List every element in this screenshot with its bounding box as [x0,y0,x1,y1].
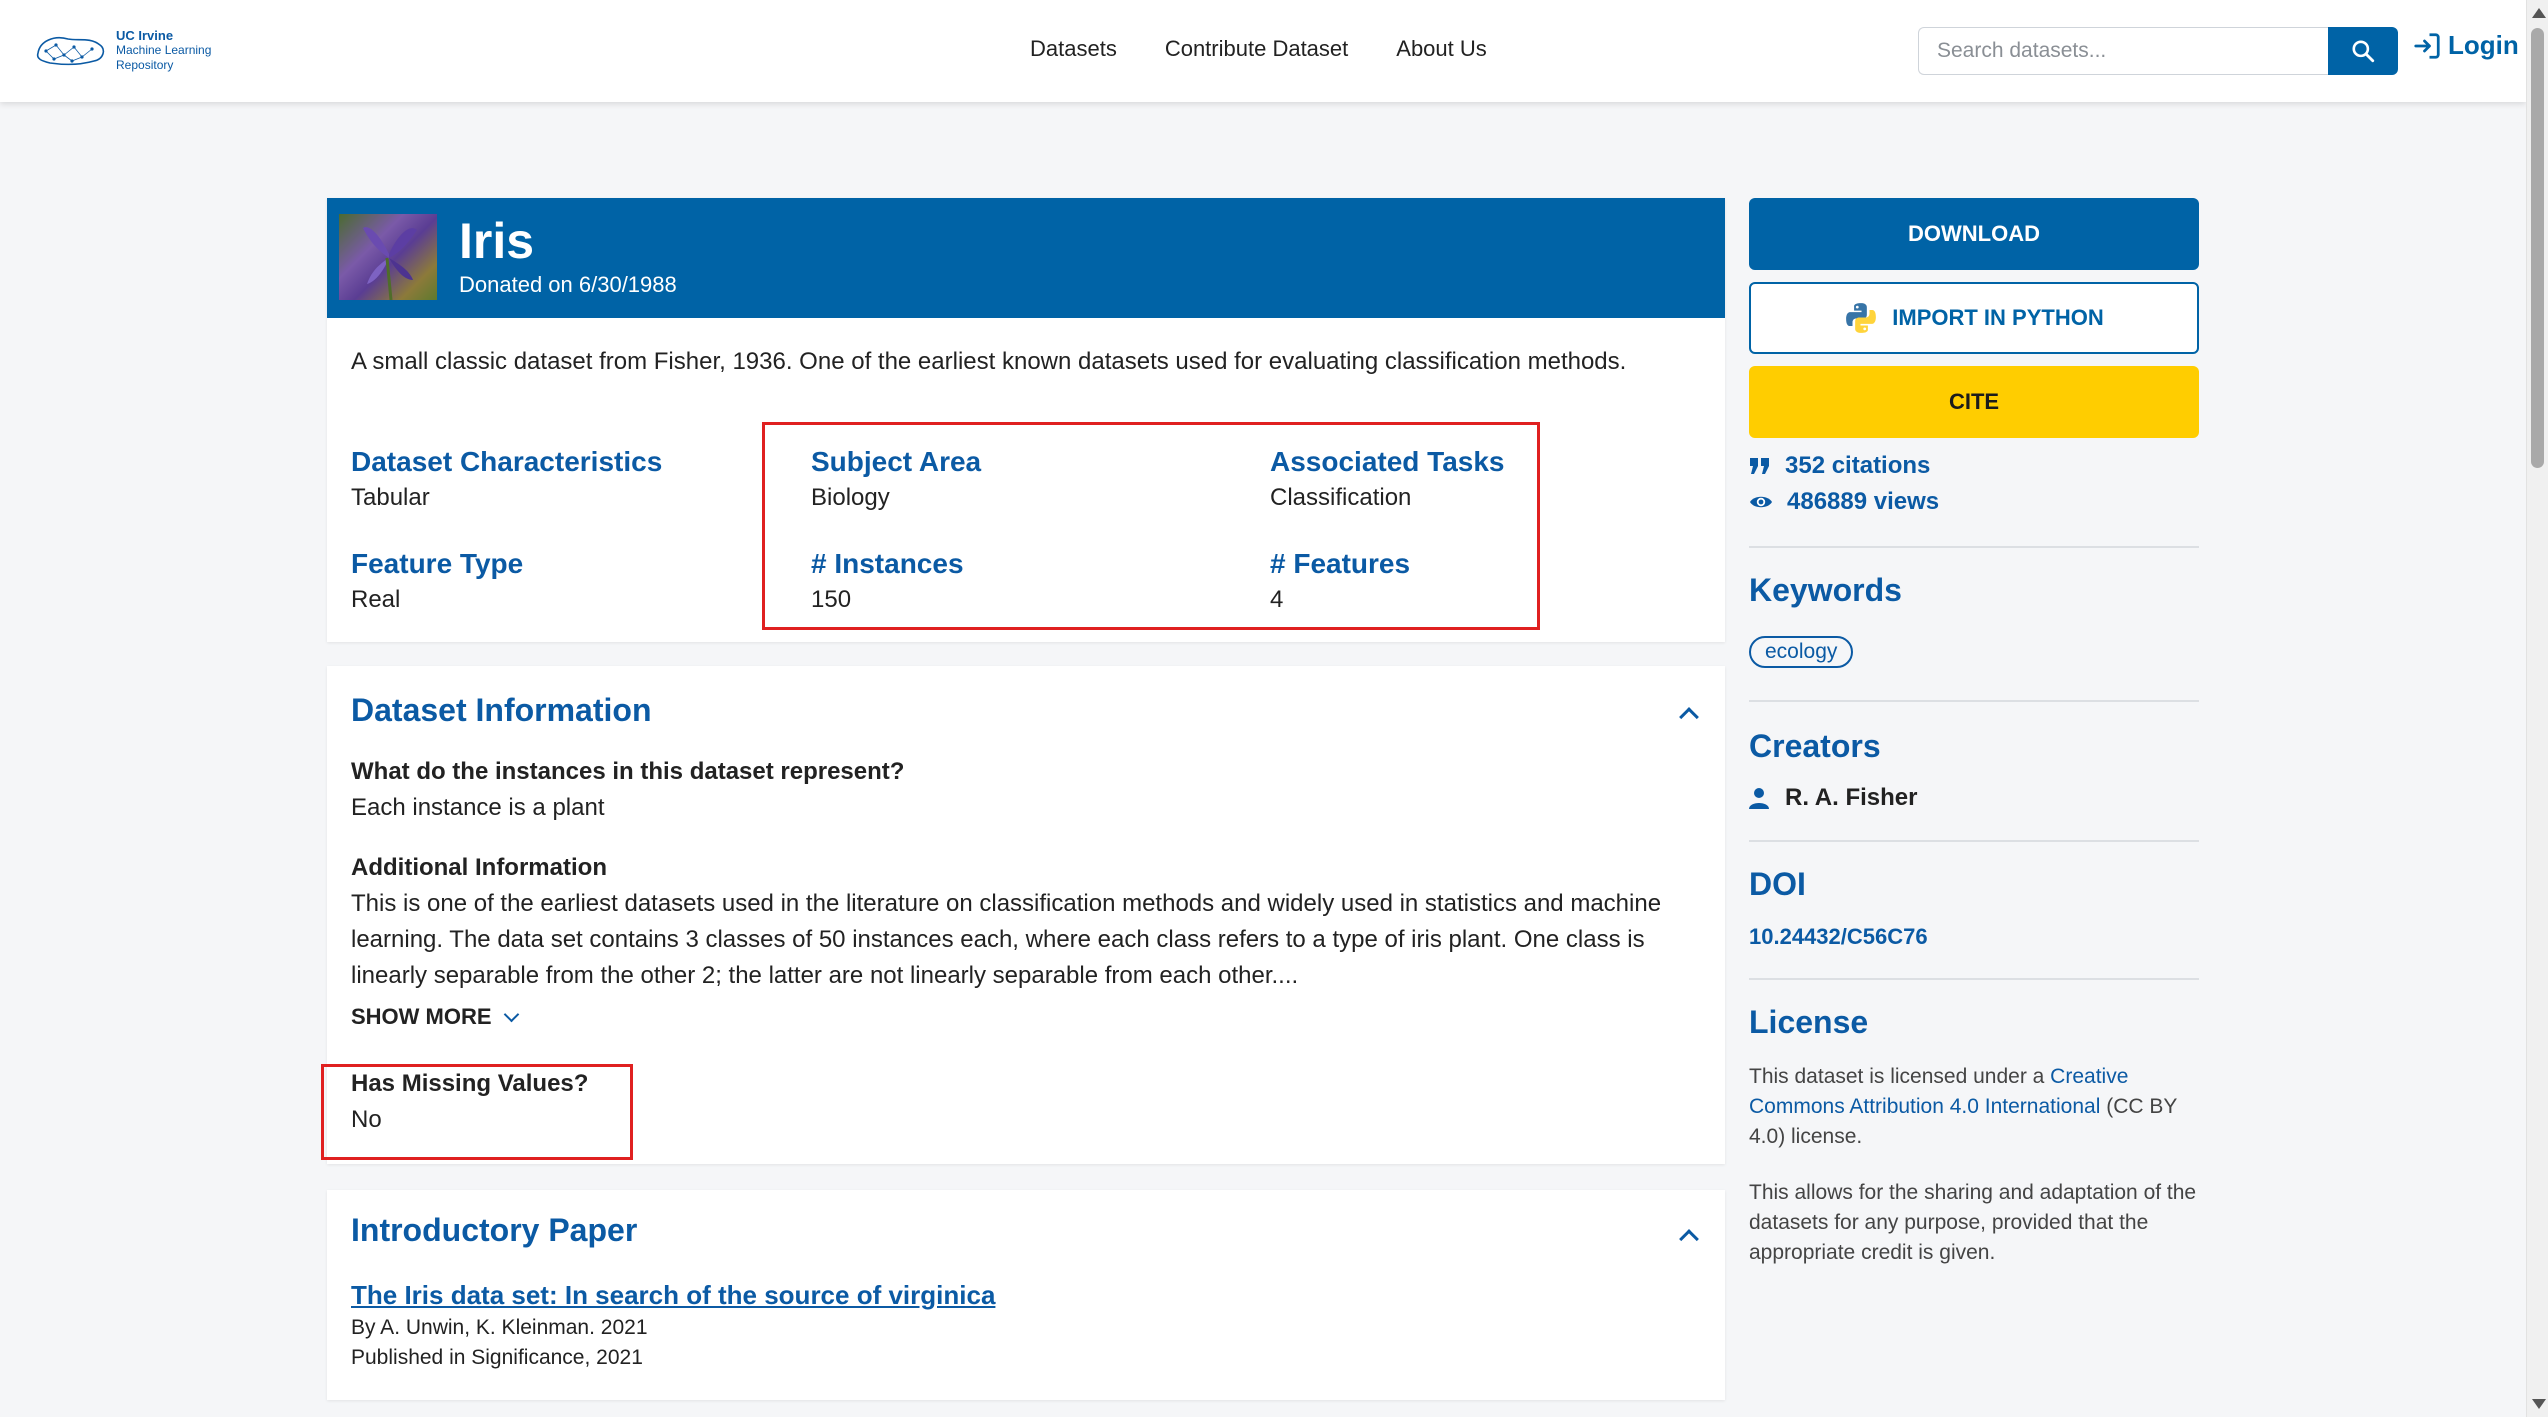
highlight-box-missing-values [321,1064,633,1160]
iris-flower-icon [363,227,417,301]
views-count: 486889 views [1787,488,1940,515]
search-bar [1918,27,2398,75]
sidebar-divider [1749,978,2199,980]
sidebar-divider [1749,546,2199,548]
site-logo[interactable]: UC Irvine Machine Learning Repository [34,22,211,78]
characteristic-dataset-characteristics: Dataset Characteristics Tabular [351,446,662,512]
sidebar-divider [1749,700,2199,702]
dataset-header-card: Iris Donated on 6/30/1988 A small classi… [327,198,1725,642]
download-button[interactable]: DOWNLOAD [1749,198,2199,270]
license-title: License [1749,1004,1869,1040]
scroll-up-arrow-icon[interactable] [2532,8,2546,18]
citations-stat[interactable]: 352 citations [1749,452,1930,480]
download-label: DOWNLOAD [1908,221,2040,246]
creators-title: Creators [1749,728,1881,764]
eye-icon [1750,496,1772,508]
collapse-chevron-up-icon[interactable] [1679,707,1699,727]
dataset-description: A small classic dataset from Fisher, 193… [351,348,1627,375]
dataset-title: Iris [459,213,535,269]
show-more-button[interactable]: SHOW MORE [351,1004,519,1030]
license-text-prefix: This dataset is licensed under a [1749,1065,2051,1088]
cite-button[interactable]: CITE [1749,366,2199,438]
nav-contribute-dataset[interactable]: Contribute Dataset [1165,36,1348,62]
characteristic-value: Tabular [351,484,430,511]
license-description: This allows for the sharing and adaptati… [1749,1181,2197,1264]
import-in-python-label: IMPORT IN PYTHON [1892,305,2104,330]
keywords-title: Keywords [1749,572,1902,608]
sidebar-divider [1749,840,2199,842]
donated-date: Donated on 6/30/1988 [459,272,677,297]
login-button[interactable]: Login [2412,30,2519,61]
instances-answer: Each instance is a plant [351,794,605,821]
nav-datasets[interactable]: Datasets [1030,36,1117,62]
page-scrollbar[interactable] [2526,0,2548,1417]
cite-label: CITE [1948,389,2000,414]
paper-published: Published in Significance, 2021 [351,1346,643,1369]
dataset-title-bar: Iris Donated on 6/30/1988 [327,198,1725,318]
additional-information-heading: Additional Information [351,854,607,881]
logo-line-2: Machine Learning [116,42,212,57]
collapse-chevron-up-icon[interactable] [1679,1229,1699,1249]
logo-text: UC Irvine Machine Learning Repository [116,28,211,73]
doi-title: DOI [1749,866,1806,902]
highlight-box-characteristics [762,422,1540,630]
additional-information-text: This is one of the earliest datasets use… [351,890,1662,989]
keyword-tag-ecology[interactable]: ecology [1749,636,1854,668]
creator-name: R. A. Fisher [1785,784,1918,811]
views-stat: 486889 views [1749,488,1939,516]
scrollbar-thumb[interactable] [2531,28,2544,468]
login-icon [2414,32,2440,59]
login-label: Login [2448,30,2519,60]
paper-authors: By A. Unwin, K. Kleinman. 2021 [351,1316,648,1339]
chevron-down-icon [503,1006,519,1022]
top-navbar: UC Irvine Machine Learning Repository Da… [0,0,2526,102]
search-input[interactable] [1918,27,2328,75]
paper-link[interactable]: The Iris data set: In search of the sour… [351,1280,995,1311]
user-icon [1749,788,1769,809]
dataset-thumbnail-image [339,214,437,301]
nav-about-us[interactable]: About Us [1396,36,1487,62]
creator-item[interactable]: R. A. Fisher [1749,784,1917,812]
logo-line-1: UC Irvine [116,27,174,43]
characteristic-label: Dataset Characteristics [351,446,663,477]
search-button[interactable] [2328,27,2398,75]
characteristic-feature-type: Feature Type Real [351,548,523,614]
search-icon [2352,40,2375,63]
characteristic-label: Feature Type [351,548,524,579]
introductory-paper-card: Introductory Paper The Iris data set: In… [327,1190,1725,1400]
ml-repository-logo-icon [36,37,105,66]
dataset-information-title: Dataset Information [351,692,652,728]
import-in-python-button[interactable]: IMPORT IN PYTHON [1749,282,2199,354]
introductory-paper-title: Introductory Paper [351,1212,638,1248]
scroll-down-arrow-icon[interactable] [2532,1399,2546,1409]
license-text: This dataset is licensed under a Creativ… [1749,1062,2209,1152]
quote-icon [1750,458,1769,474]
citations-count: 352 citations [1785,452,1931,479]
characteristic-value: Real [351,586,401,613]
python-logo-icon [1846,303,1877,333]
logo-line-3: Repository [116,57,174,72]
instances-question: What do the instances in this dataset re… [351,758,905,785]
main-nav: Datasets Contribute Dataset About Us [1030,36,1487,62]
show-more-label: SHOW MORE [351,1004,492,1029]
dataset-information-card: Dataset Information What do the instance… [321,666,1725,1164]
doi-link[interactable]: 10.24432/C56C76 [1749,924,1928,950]
